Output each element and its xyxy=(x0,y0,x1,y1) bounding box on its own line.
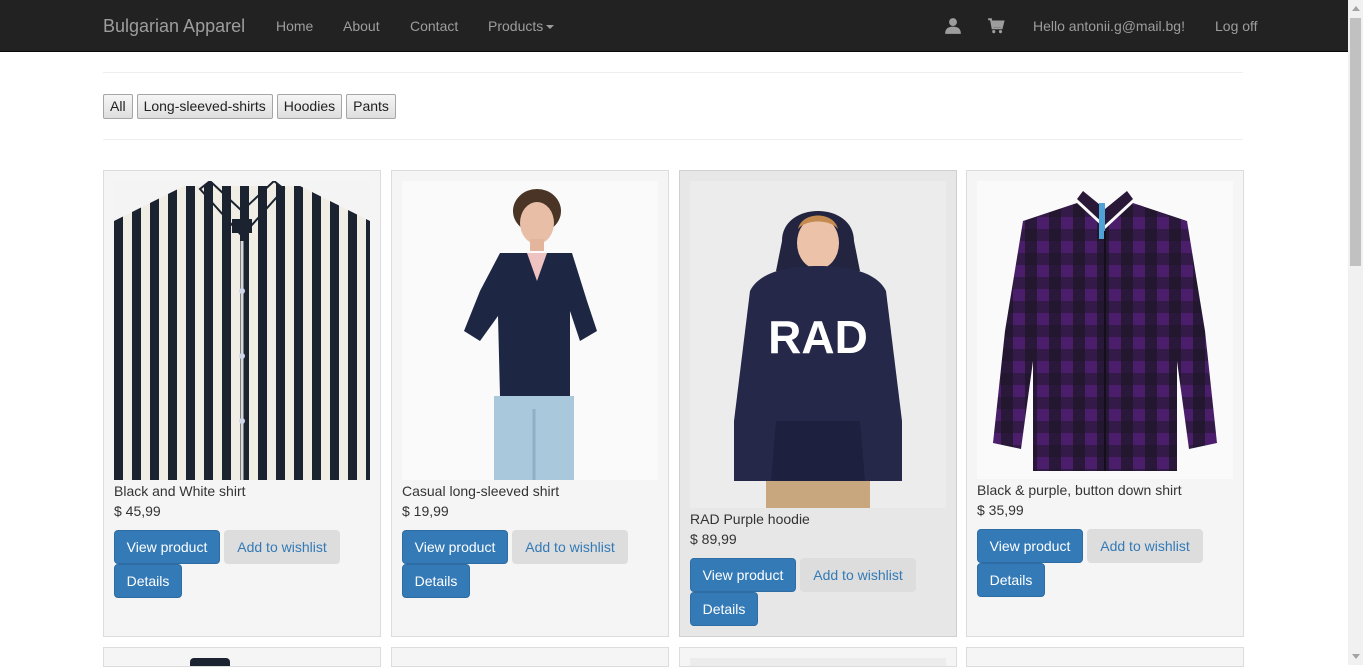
product-card: Black and White shirt $ 45,99 View produ… xyxy=(103,170,381,637)
divider xyxy=(103,72,1243,73)
filter-all-button[interactable]: All xyxy=(103,94,133,119)
product-card: Black & purple, button down shirt $ 35,9… xyxy=(966,170,1244,637)
view-product-button[interactable]: View product xyxy=(690,558,796,592)
product-price: $ 45,99 xyxy=(114,503,161,519)
filter-long-sleeved-shirts-button[interactable]: Long-sleeved-shirts xyxy=(136,94,273,119)
nav-home[interactable]: Home xyxy=(276,18,313,34)
details-button[interactable]: Details xyxy=(977,563,1045,597)
category-filters: All Long-sleeved-shirts Hoodies Pants xyxy=(103,94,396,119)
logoff-link[interactable]: Log off xyxy=(1215,18,1258,34)
details-button[interactable]: Details xyxy=(402,564,470,598)
caret-down-icon xyxy=(546,25,555,30)
product-image-rad-hoodie[interactable]: RAD xyxy=(690,181,946,508)
product-image-striped-shirt[interactable] xyxy=(114,181,370,480)
product-card: Casual long-sleeved shirt $ 19,99 View p… xyxy=(391,170,669,637)
product-name: Casual long-sleeved shirt xyxy=(402,483,560,499)
product-card-partial xyxy=(103,647,381,667)
scroll-up-icon[interactable] xyxy=(1352,6,1360,11)
filter-hoodies-button[interactable]: Hoodies xyxy=(276,94,343,119)
view-product-button[interactable]: View product xyxy=(977,529,1083,563)
add-to-wishlist-button[interactable]: Add to wishlist xyxy=(800,558,916,592)
add-to-wishlist-button[interactable]: Add to wishlist xyxy=(512,530,628,564)
details-button[interactable]: Details xyxy=(690,592,758,626)
divider xyxy=(103,139,1243,140)
view-product-button[interactable]: View product xyxy=(114,530,220,564)
nav-products-label: Products xyxy=(488,18,544,34)
add-to-wishlist-button[interactable]: Add to wishlist xyxy=(224,530,340,564)
details-button[interactable]: Details xyxy=(114,564,182,598)
product-name: RAD Purple hoodie xyxy=(690,511,810,527)
product-price: $ 89,99 xyxy=(690,531,737,547)
add-to-wishlist-button[interactable]: Add to wishlist xyxy=(1087,529,1203,563)
shopping-cart-icon[interactable] xyxy=(987,17,1005,35)
nav-contact[interactable]: Contact xyxy=(410,18,458,34)
product-image-casual-shirt[interactable] xyxy=(402,181,658,480)
product-image-plaid-shirt[interactable] xyxy=(977,181,1233,479)
view-product-button[interactable]: View product xyxy=(402,530,508,564)
filter-pants-button[interactable]: Pants xyxy=(346,94,396,119)
product-card-partial xyxy=(679,647,957,667)
product-name: Black & purple, button down shirt xyxy=(977,482,1182,498)
navbar: Bulgarian Apparel Home About Contact Pro… xyxy=(0,0,1348,52)
nav-about[interactable]: About xyxy=(343,18,380,34)
scrollbar-thumb[interactable] xyxy=(1350,18,1361,266)
product-card-partial xyxy=(966,647,1244,667)
product-name: Black and White shirt xyxy=(114,483,246,499)
user-icon[interactable] xyxy=(944,17,962,35)
product-price: $ 35,99 xyxy=(977,502,1024,518)
nav-products-dropdown[interactable]: Products xyxy=(488,18,555,34)
user-greeting-link[interactable]: Hello antonii.g@mail.bg! xyxy=(1033,18,1185,34)
hoodie-print: RAD xyxy=(768,311,868,363)
product-price: $ 19,99 xyxy=(402,503,449,519)
vertical-scrollbar[interactable] xyxy=(1348,0,1363,665)
scroll-down-icon[interactable] xyxy=(1352,654,1360,659)
brand-link[interactable]: Bulgarian Apparel xyxy=(103,16,245,37)
product-card-partial xyxy=(391,647,669,667)
product-card: RAD RAD Purple hoodie $ 89,99 View produ… xyxy=(679,170,957,637)
